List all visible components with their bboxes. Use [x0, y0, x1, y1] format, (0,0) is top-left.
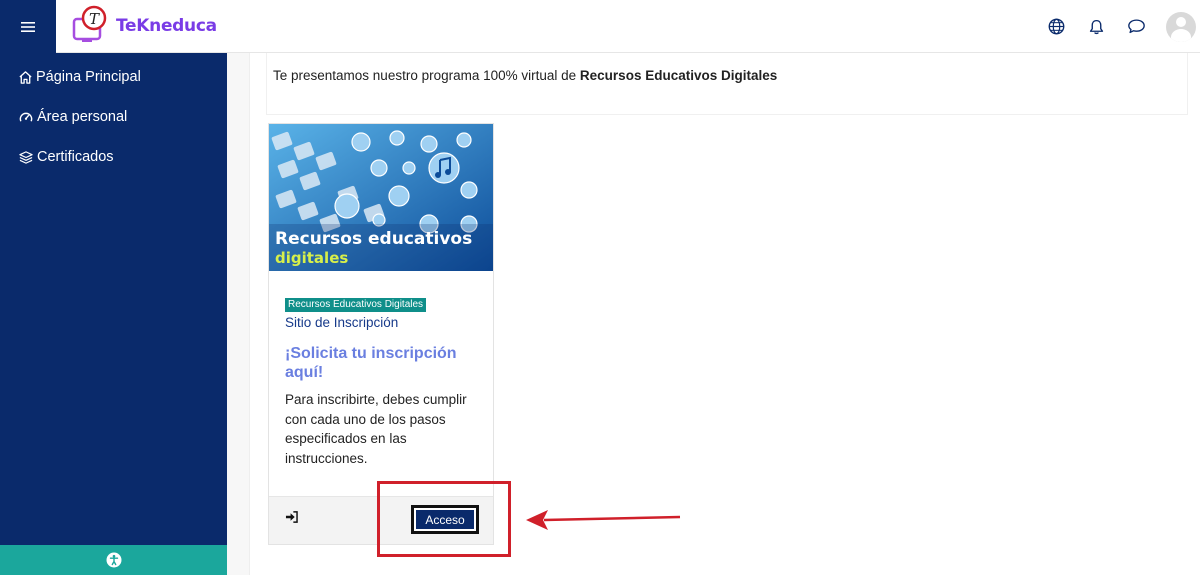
sidebar-item-personal-area[interactable]: Área personal [0, 97, 227, 137]
sidebar-item-label: Certificados [37, 149, 114, 165]
language-button[interactable] [1036, 0, 1076, 53]
avatar-icon [1176, 16, 1186, 27]
course-title[interactable]: ¡Solicita tu inscripción aquí! [285, 344, 485, 382]
sign-in-icon [285, 511, 298, 523]
intro-program-name: Recursos Educativos Digitales [579, 68, 778, 83]
arrow-left-icon [526, 510, 681, 530]
course-subtitle: Sitio de Inscripción [285, 315, 399, 330]
messages-button[interactable] [1116, 0, 1156, 53]
sidebar: Página Principal Área personal Certifica… [0, 53, 227, 575]
accessibility-button[interactable] [0, 545, 227, 575]
banner-title: Recursos educativos [275, 229, 472, 249]
bell-icon [1089, 19, 1103, 34]
notifications-button[interactable] [1076, 0, 1116, 53]
sidebar-item-label: Página Principal [36, 69, 141, 85]
logo-icon: T [72, 5, 107, 42]
banner-subtitle: digitales [275, 249, 348, 267]
program-intro: Te presentamos nuestro programa 100% vir… [266, 53, 1188, 115]
accessibility-icon [106, 552, 121, 568]
hamburger-icon [21, 21, 35, 32]
intro-text: Te presentamos nuestro programa 100% vir… [273, 68, 580, 83]
main-content: Te presentamos nuestro programa 100% vir… [227, 53, 1200, 575]
chat-icon [1127, 19, 1145, 34]
globe-icon [1048, 18, 1064, 35]
home-icon [19, 70, 32, 84]
brand-name: TeKneduca [116, 16, 217, 36]
layers-icon [19, 150, 33, 164]
sidebar-item-certificates[interactable]: Certificados [0, 137, 227, 177]
category-badge: Recursos Educativos Digitales [285, 298, 427, 312]
top-navbar: T TeKneduca [0, 0, 1200, 53]
user-avatar[interactable] [1166, 11, 1196, 42]
course-banner: Recursos educativos digitales [269, 124, 493, 271]
brand-logo[interactable]: T TeKneduca [72, 4, 217, 48]
course-description: Para inscribirte, debes cumplir con cada… [285, 392, 467, 466]
sidebar-item-label: Área personal [37, 109, 128, 125]
menu-toggle-button[interactable] [0, 0, 56, 53]
dashboard-icon [19, 112, 33, 122]
sidebar-item-home[interactable]: Página Principal [0, 57, 227, 97]
svg-text:T: T [89, 10, 100, 28]
highlight-box [377, 481, 511, 557]
course-image[interactable]: Recursos educativos digitales [269, 124, 493, 271]
